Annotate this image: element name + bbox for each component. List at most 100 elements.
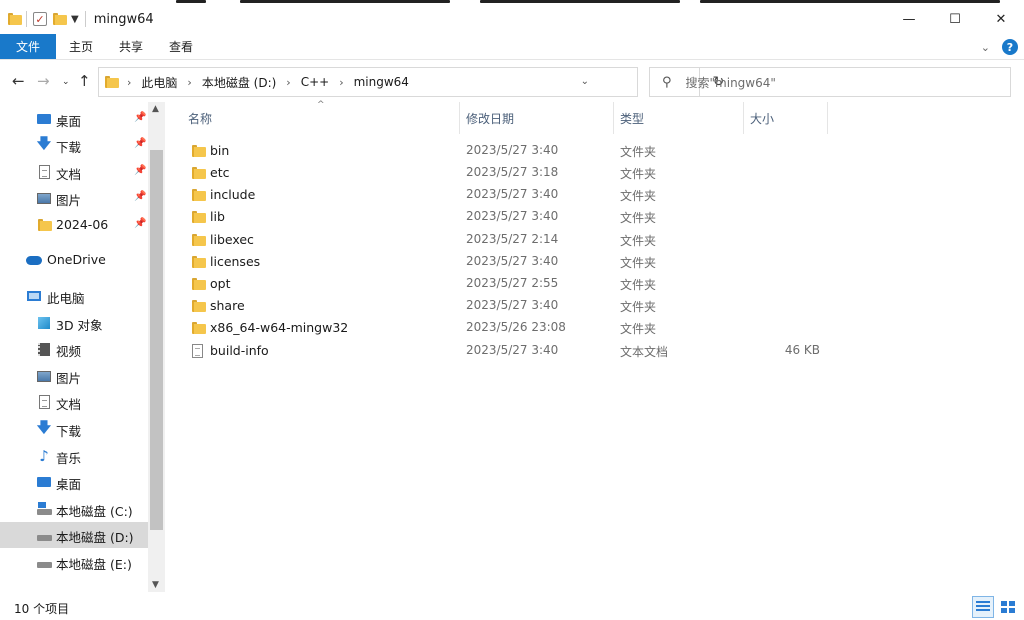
breadcrumb-separator-icon[interactable]: › <box>127 76 131 89</box>
close-button[interactable]: ✕ <box>978 4 1024 34</box>
folder-icon <box>192 188 206 202</box>
scrollbar-thumb[interactable] <box>150 150 163 530</box>
column-divider[interactable] <box>827 102 828 134</box>
sidebar-item-3d-objects[interactable]: 3D 对象 <box>0 310 148 336</box>
onedrive-cloud-icon <box>26 252 42 268</box>
search-input[interactable]: ⚲ 搜索"mingw64" <box>649 67 1011 97</box>
sidebar-item-desktop-quick[interactable]: 桌面 📌 <box>0 106 148 132</box>
pin-icon[interactable]: 📌 <box>134 165 146 176</box>
details-view-icon <box>976 601 990 613</box>
new-folder-icon[interactable] <box>53 12 67 26</box>
back-arrow-icon[interactable]: ← <box>12 72 25 90</box>
file-date: 2023/5/27 3:40 <box>466 143 559 157</box>
column-header-type[interactable]: 类型 <box>614 102 742 134</box>
sidebar-item-2024-06[interactable]: 2024-06 📌 <box>0 212 148 238</box>
sidebar-item-drive-c[interactable]: 本地磁盘 (C:) <box>0 496 148 522</box>
file-row[interactable]: x86_64-w64-mingw32 2023/5/26 23:08 文件夹 <box>186 317 886 339</box>
file-list: ^ 名称 修改日期 类型 大小 bin 2023/5/27 3:40 文件夹 e… <box>166 100 1024 592</box>
file-date: 2023/5/27 2:14 <box>466 232 559 246</box>
file-row[interactable]: opt 2023/5/27 2:55 文件夹 <box>186 273 886 295</box>
title-bar: ✓ ▼ mingw64 — ☐ ✕ <box>0 4 1024 34</box>
file-date: 2023/5/27 3:40 <box>466 209 559 223</box>
column-header-name[interactable]: 名称 <box>182 102 458 134</box>
quick-access-toolbar: ✓ ▼ <box>8 11 86 27</box>
file-row[interactable]: include 2023/5/27 3:40 文件夹 <box>186 184 886 206</box>
file-name: etc <box>210 165 230 180</box>
tab-share[interactable]: 共享 <box>106 34 156 59</box>
breadcrumb-cpp[interactable]: C++ <box>301 75 330 89</box>
breadcrumb-mingw64[interactable]: mingw64 <box>354 75 409 89</box>
pin-icon[interactable]: 📌 <box>134 218 146 229</box>
forward-arrow-icon[interactable]: → <box>37 72 50 90</box>
navigation-bar: ← → ⌄ ↑ › 此电脑 › 本地磁盘 (D:) › C++ › mingw6… <box>0 64 1024 100</box>
windows-drive-icon <box>36 501 52 517</box>
pin-icon[interactable]: 📌 <box>134 112 146 123</box>
sidebar-item-downloads-quick[interactable]: 🡇 下载 📌 <box>0 132 148 158</box>
window-title: mingw64 <box>93 11 154 27</box>
pin-icon[interactable]: 📌 <box>134 138 146 149</box>
sidebar-item-documents-quick[interactable]: 文档 📌 <box>0 159 148 185</box>
sidebar-item-label: 3D 对象 <box>56 318 103 333</box>
file-row[interactable]: licenses 2023/5/27 3:40 文件夹 <box>186 251 886 273</box>
tab-home[interactable]: 主页 <box>56 34 106 59</box>
properties-icon[interactable]: ✓ <box>33 12 47 26</box>
download-icon: 🡇 <box>36 420 52 436</box>
file-row[interactable]: build-info 2023/5/27 3:40 文本文档 46 KB <box>186 340 886 362</box>
scroll-up-icon[interactable]: ▲ <box>152 104 159 114</box>
file-date: 2023/5/27 3:40 <box>466 343 559 357</box>
desktop-icon <box>36 474 52 490</box>
sidebar-item-drive-e[interactable]: 本地磁盘 (E:) <box>0 549 148 575</box>
maximize-button[interactable]: ☐ <box>932 4 978 34</box>
sidebar-item-music[interactable]: ♪ 音乐 <box>0 443 148 469</box>
scroll-down-icon[interactable]: ▼ <box>152 580 159 590</box>
sidebar-item-pictures-quick[interactable]: 图片 📌 <box>0 185 148 211</box>
tab-view[interactable]: 查看 <box>156 34 206 59</box>
sidebar-item-videos[interactable]: 视频 <box>0 336 148 362</box>
breadcrumb-separator-icon[interactable]: › <box>339 76 343 89</box>
sidebar-item-onedrive[interactable]: OneDrive <box>0 247 148 273</box>
file-name: bin <box>210 143 230 158</box>
breadcrumb-drive-d[interactable]: 本地磁盘 (D:) <box>202 74 276 91</box>
file-date: 2023/5/26 23:08 <box>466 320 566 334</box>
customize-toolbar-icon[interactable]: ▼ <box>71 14 79 25</box>
folder-icon <box>192 277 206 291</box>
recent-locations-chevron-icon[interactable]: ⌄ <box>62 77 70 87</box>
pin-icon[interactable]: 📌 <box>134 191 146 202</box>
breadcrumb-this-pc[interactable]: 此电脑 <box>141 74 177 91</box>
column-header-size[interactable]: 大小 <box>744 102 826 134</box>
text-document-icon <box>192 344 203 358</box>
address-bar[interactable]: › 此电脑 › 本地磁盘 (D:) › C++ › mingw64 ⌄ ↻ <box>98 67 724 97</box>
expand-ribbon-icon[interactable]: ⌄ <box>981 41 990 54</box>
file-date: 2023/5/27 3:40 <box>466 187 559 201</box>
minimize-button[interactable]: — <box>886 4 932 34</box>
sidebar-item-this-pc[interactable]: 此电脑 <box>0 283 148 309</box>
file-row[interactable]: share 2023/5/27 3:40 文件夹 <box>186 295 886 317</box>
file-row[interactable]: lib 2023/5/27 3:40 文件夹 <box>186 206 886 228</box>
file-row[interactable]: libexec 2023/5/27 2:14 文件夹 <box>186 229 886 251</box>
sidebar-item-label: 2024-06 <box>56 217 109 232</box>
document-icon <box>36 394 52 410</box>
file-row[interactable]: etc 2023/5/27 3:18 文件夹 <box>186 162 886 184</box>
sidebar-item-desktop[interactable]: 桌面 <box>0 469 148 495</box>
up-arrow-icon[interactable]: ↑ <box>78 72 91 90</box>
sidebar-item-documents[interactable]: 文档 <box>0 389 148 415</box>
details-view-button[interactable] <box>972 596 994 618</box>
help-icon[interactable]: ? <box>1002 39 1018 55</box>
sidebar-item-downloads[interactable]: 🡇 下载 <box>0 416 148 442</box>
file-row[interactable]: bin 2023/5/27 3:40 文件夹 <box>186 140 886 162</box>
file-date: 2023/5/27 2:55 <box>466 276 559 290</box>
breadcrumb-separator-icon[interactable]: › <box>286 76 290 89</box>
ribbon-tabs: 文件 主页 共享 查看 ⌄ ? <box>0 34 1024 60</box>
tab-file[interactable]: 文件 <box>0 34 57 59</box>
picture-icon <box>36 190 52 206</box>
sidebar-item-pictures[interactable]: 图片 <box>0 363 148 389</box>
sidebar-item-label: 下载 <box>56 424 82 439</box>
sidebar-scrollbar[interactable]: ▲ ▼ <box>148 102 165 592</box>
breadcrumb-separator-icon[interactable]: › <box>187 76 191 89</box>
desktop-icon <box>36 111 52 127</box>
large-icons-view-button[interactable] <box>997 596 1019 618</box>
address-dropdown-icon[interactable]: ⌄ <box>581 76 589 87</box>
file-type: 文件夹 <box>620 256 657 270</box>
column-header-date[interactable]: 修改日期 <box>460 102 612 134</box>
sidebar-item-drive-d[interactable]: 本地磁盘 (D:) <box>0 522 148 548</box>
